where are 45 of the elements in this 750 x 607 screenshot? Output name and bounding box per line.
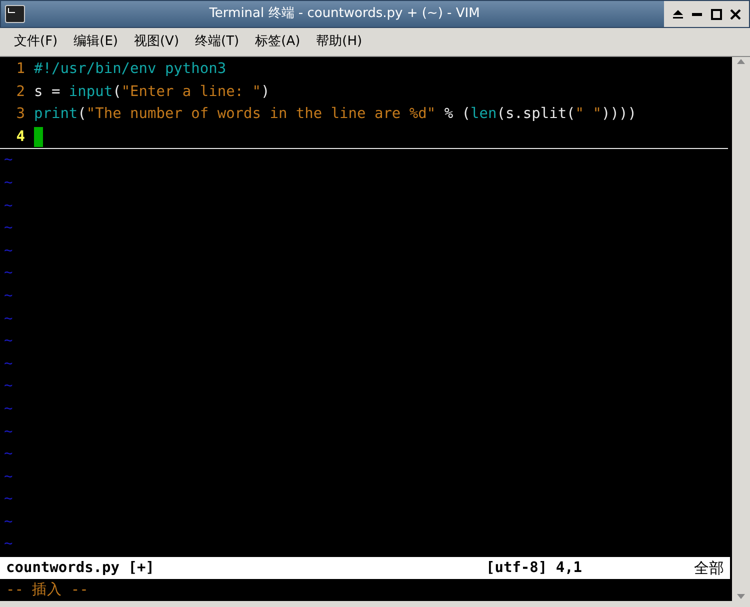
close-icon[interactable]: [730, 8, 741, 20]
empty-line-marker: ~: [4, 310, 13, 329]
menu-item[interactable]: 帮助(H): [310, 32, 368, 52]
scroll-up-icon[interactable]: [736, 57, 746, 65]
empty-line-marker: ~: [4, 242, 13, 261]
menu-item[interactable]: 编辑(E): [68, 32, 124, 52]
empty-line-marker: ~: [4, 196, 13, 216]
empty-line-marker: ~: [4, 422, 13, 442]
empty-line-marker: ~: [4, 151, 13, 170]
line-number: 4: [15, 128, 26, 147]
empty-line-marker: ~: [4, 286, 13, 306]
line-number: 3: [15, 105, 26, 124]
scrollbar[interactable]: [732, 57, 750, 601]
menu-item[interactable]: 文件(F): [8, 32, 64, 52]
maximize-icon[interactable]: [710, 8, 722, 20]
menu-item[interactable]: 视图(V): [128, 32, 186, 52]
empty-line-marker: ~: [4, 377, 13, 396]
code-text: s = input("Enter a line: "): [34, 82, 270, 102]
terminal-icon[interactable]: [5, 5, 25, 23]
empty-line-marker: ~: [4, 400, 13, 419]
empty-line-marker: ~: [4, 535, 13, 554]
empty-line-marker: ~: [4, 174, 13, 193]
empty-line-marker: ~: [4, 512, 13, 532]
empty-line-marker: ~: [4, 264, 13, 284]
code-text: print("The number of words in the line are %d" % (len(s.split(" ")))): [34, 105, 636, 124]
status-position: [utf-8] 4,1: [486, 558, 584, 578]
window-title: Terminal 终端 - countwords.py + (~) - VIM: [208, 5, 481, 24]
menu-item[interactable]: 标签(A): [249, 32, 306, 52]
line-number: 1: [15, 60, 26, 79]
menu-item[interactable]: 终端(T): [189, 32, 246, 52]
mode-indicator: -- 插入 --: [6, 580, 88, 600]
empty-line-marker: ~: [4, 445, 13, 464]
minimize-icon[interactable]: [692, 12, 702, 16]
empty-line-marker: ~: [4, 468, 13, 487]
text-cursor: [34, 126, 43, 147]
empty-line-marker: ~: [4, 219, 13, 238]
status-scroll: 全部: [694, 558, 724, 579]
empty-line-marker: ~: [4, 332, 13, 352]
empty-line-marker: ~: [4, 490, 13, 510]
shade-icon[interactable]: [672, 9, 684, 19]
line-number: 2: [15, 82, 26, 102]
empty-line-marker: ~: [4, 354, 13, 374]
scroll-down-icon[interactable]: [736, 593, 746, 601]
code-text: #!/usr/bin/env python3: [34, 60, 226, 79]
status-filename: countwords.py [+]: [6, 558, 156, 578]
